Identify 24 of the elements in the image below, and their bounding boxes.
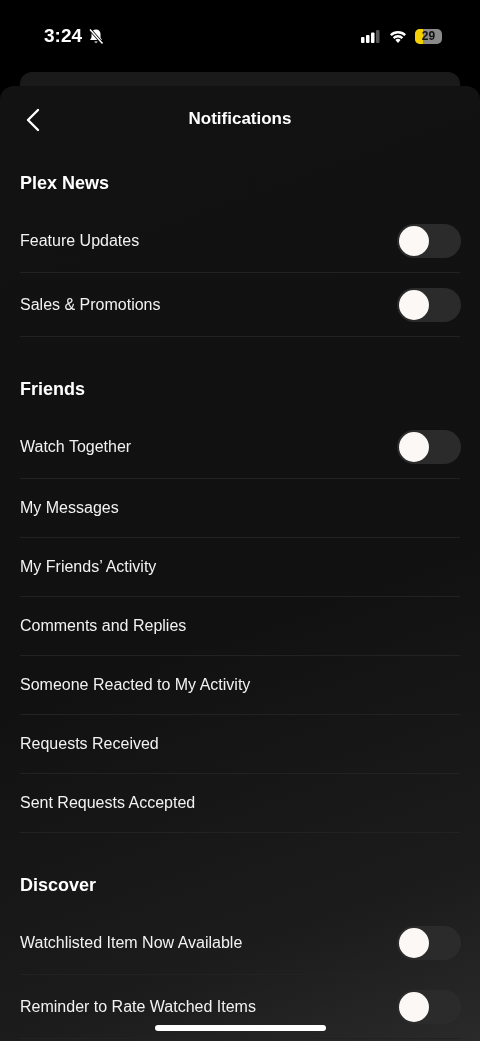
toggle-switch[interactable] [397,989,461,1024]
toggle-switch[interactable] [397,925,461,960]
settings-row[interactable]: My Messages [20,479,460,538]
settings-row[interactable]: Sent Requests Accepted [20,774,460,833]
setting-label: Reminder to Rate Watched Items [20,997,256,1016]
settings-row[interactable]: My Friends’ Activity [20,538,460,597]
toggle-switch[interactable] [397,429,461,464]
section-heading: Discover [19,874,98,897]
bell-slash-icon [88,27,105,45]
section-heading: Friends [19,378,86,401]
status-time: 3:24 [44,25,83,47]
setting-label: Sales & Promotions [20,295,161,314]
settings-row[interactable]: Someone Reacted to My Activity [20,656,460,715]
signal-icon [361,29,381,43]
settings-row[interactable]: Comments and Replies [20,597,460,656]
screen-title: Notifications [188,109,292,129]
setting-label: Watchlisted Item Now Available [20,933,243,952]
settings-row[interactable]: Requests Received [20,715,460,774]
setting-label: Feature Updates [20,231,140,250]
setting-label: Watch Together [20,437,132,456]
toggle-switch[interactable] [397,287,461,322]
toggle-switch[interactable] [397,223,461,258]
wifi-icon [389,29,407,43]
section-heading: Plex News [19,172,111,195]
